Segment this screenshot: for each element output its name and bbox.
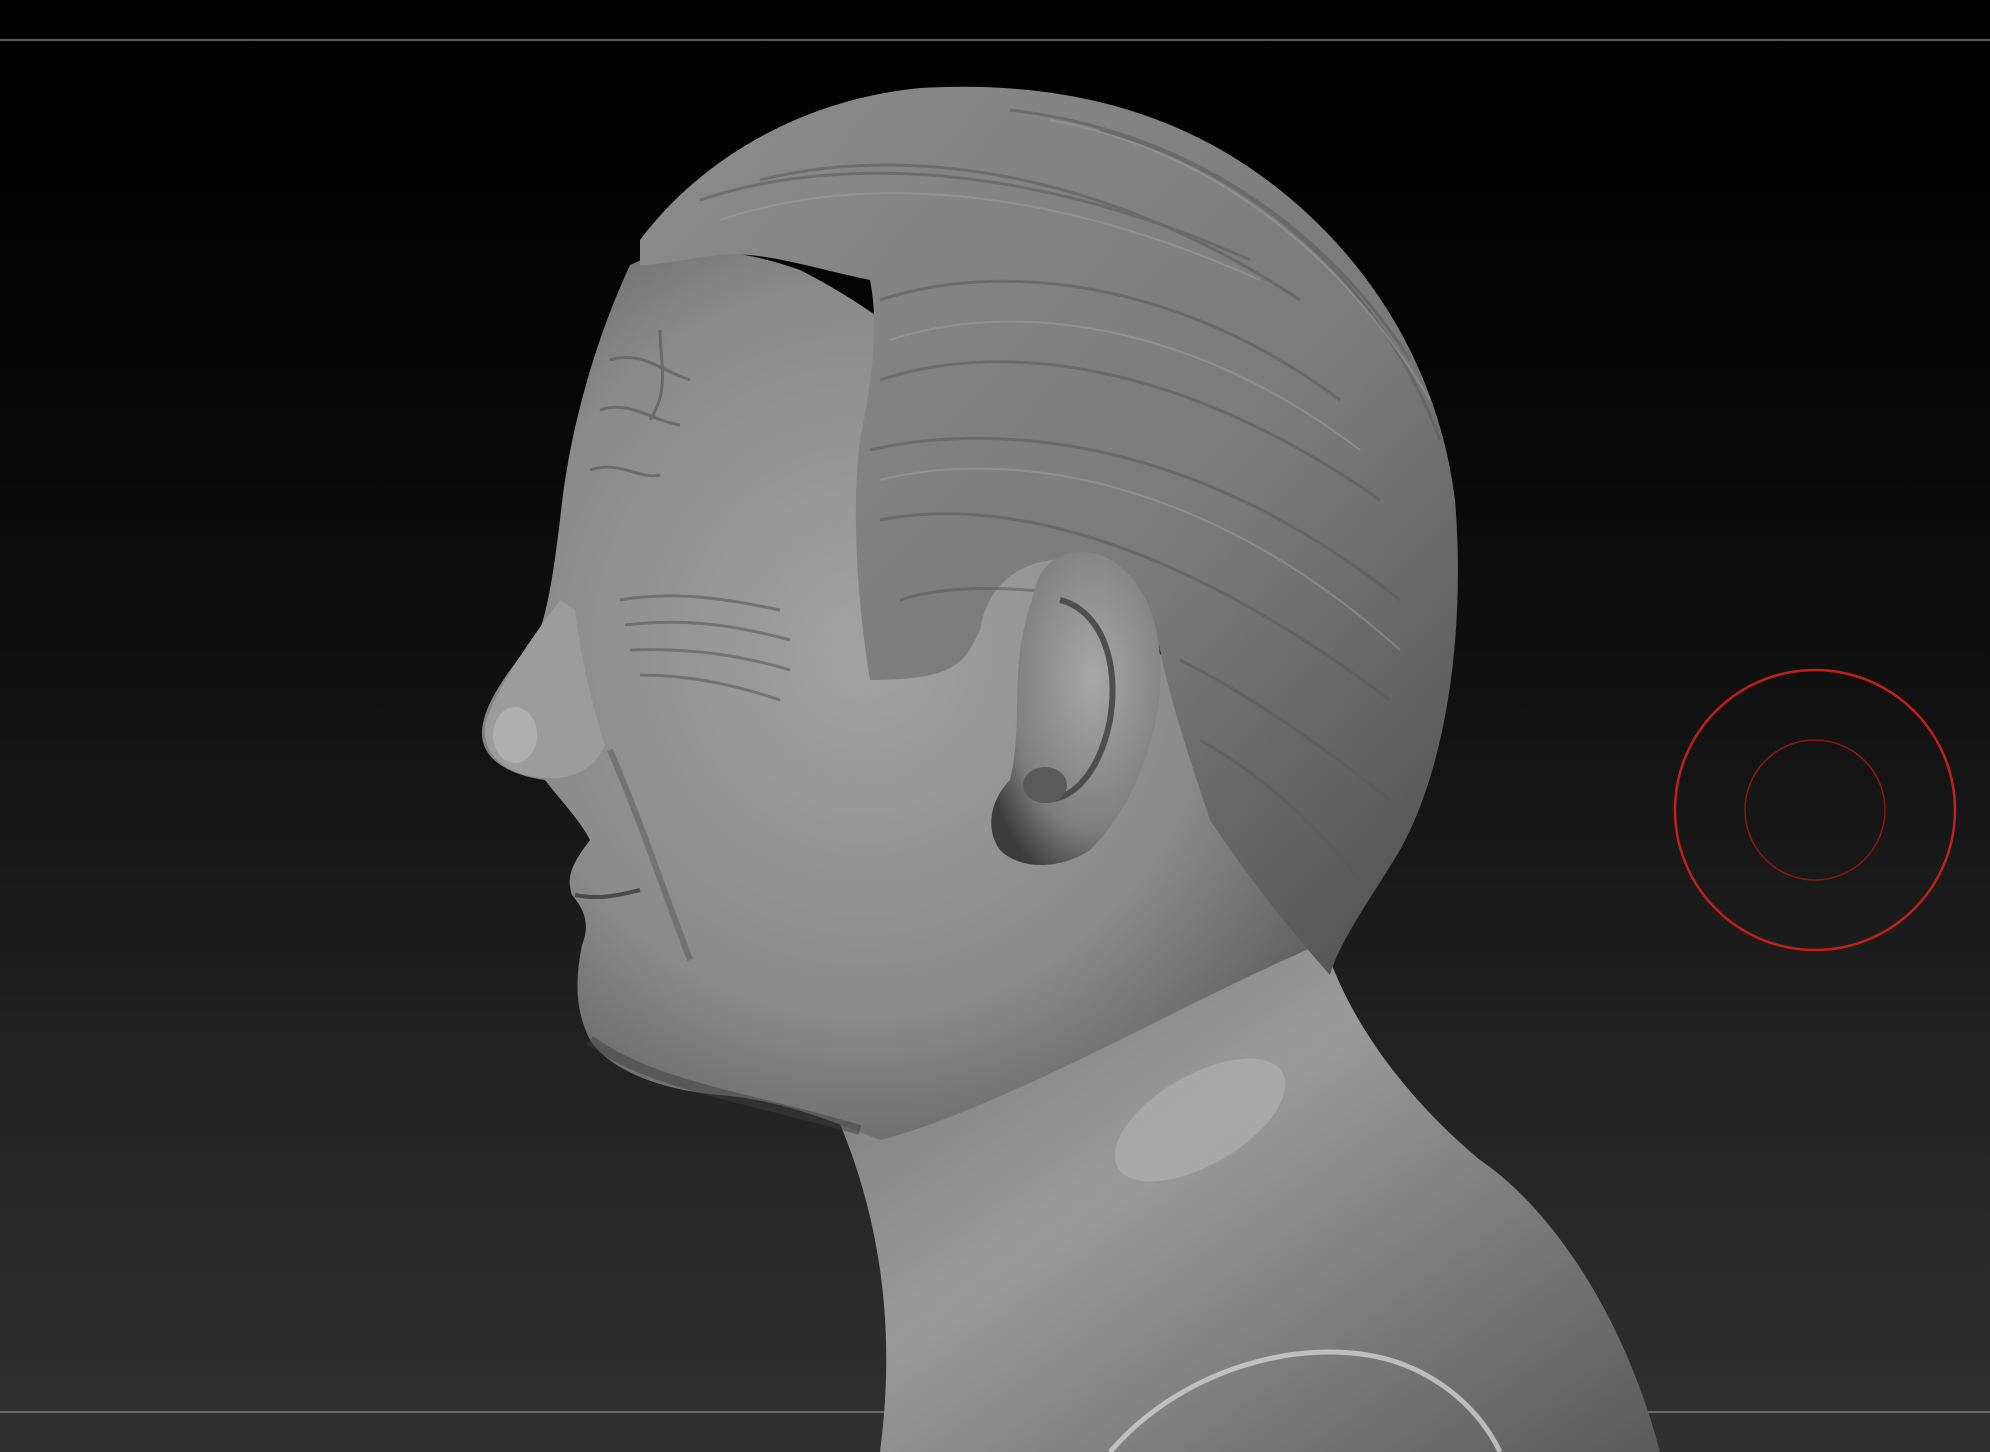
nose-highlight: [493, 707, 537, 763]
document-canvas[interactable]: [0, 0, 1990, 1452]
brush-cursor-icon: [1673, 668, 1957, 952]
ear-canal: [1023, 767, 1067, 803]
